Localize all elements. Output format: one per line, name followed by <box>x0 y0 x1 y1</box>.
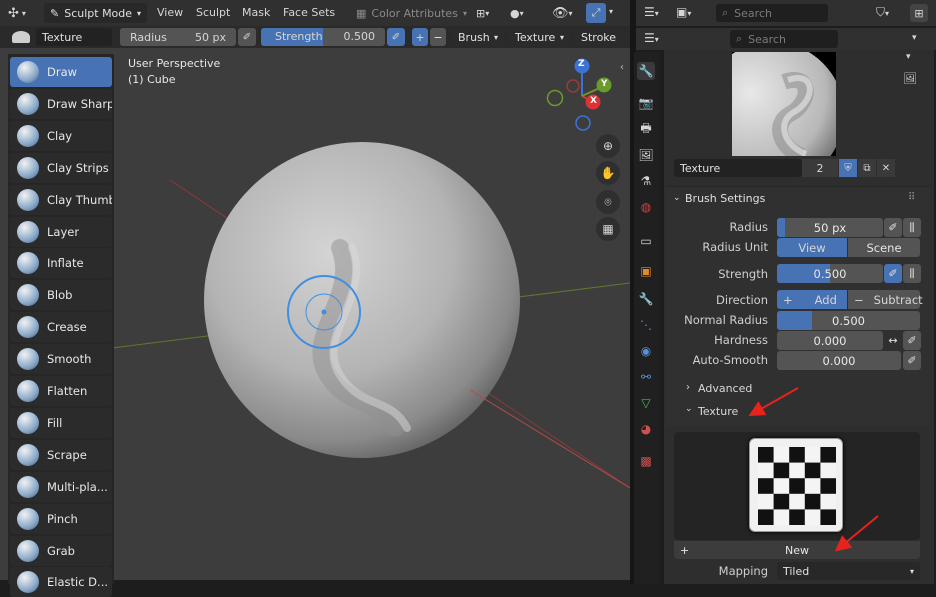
annotation-arrow-new <box>834 515 879 552</box>
annotation-arrow-texture <box>748 387 799 416</box>
annotation-arrows <box>748 387 879 552</box>
